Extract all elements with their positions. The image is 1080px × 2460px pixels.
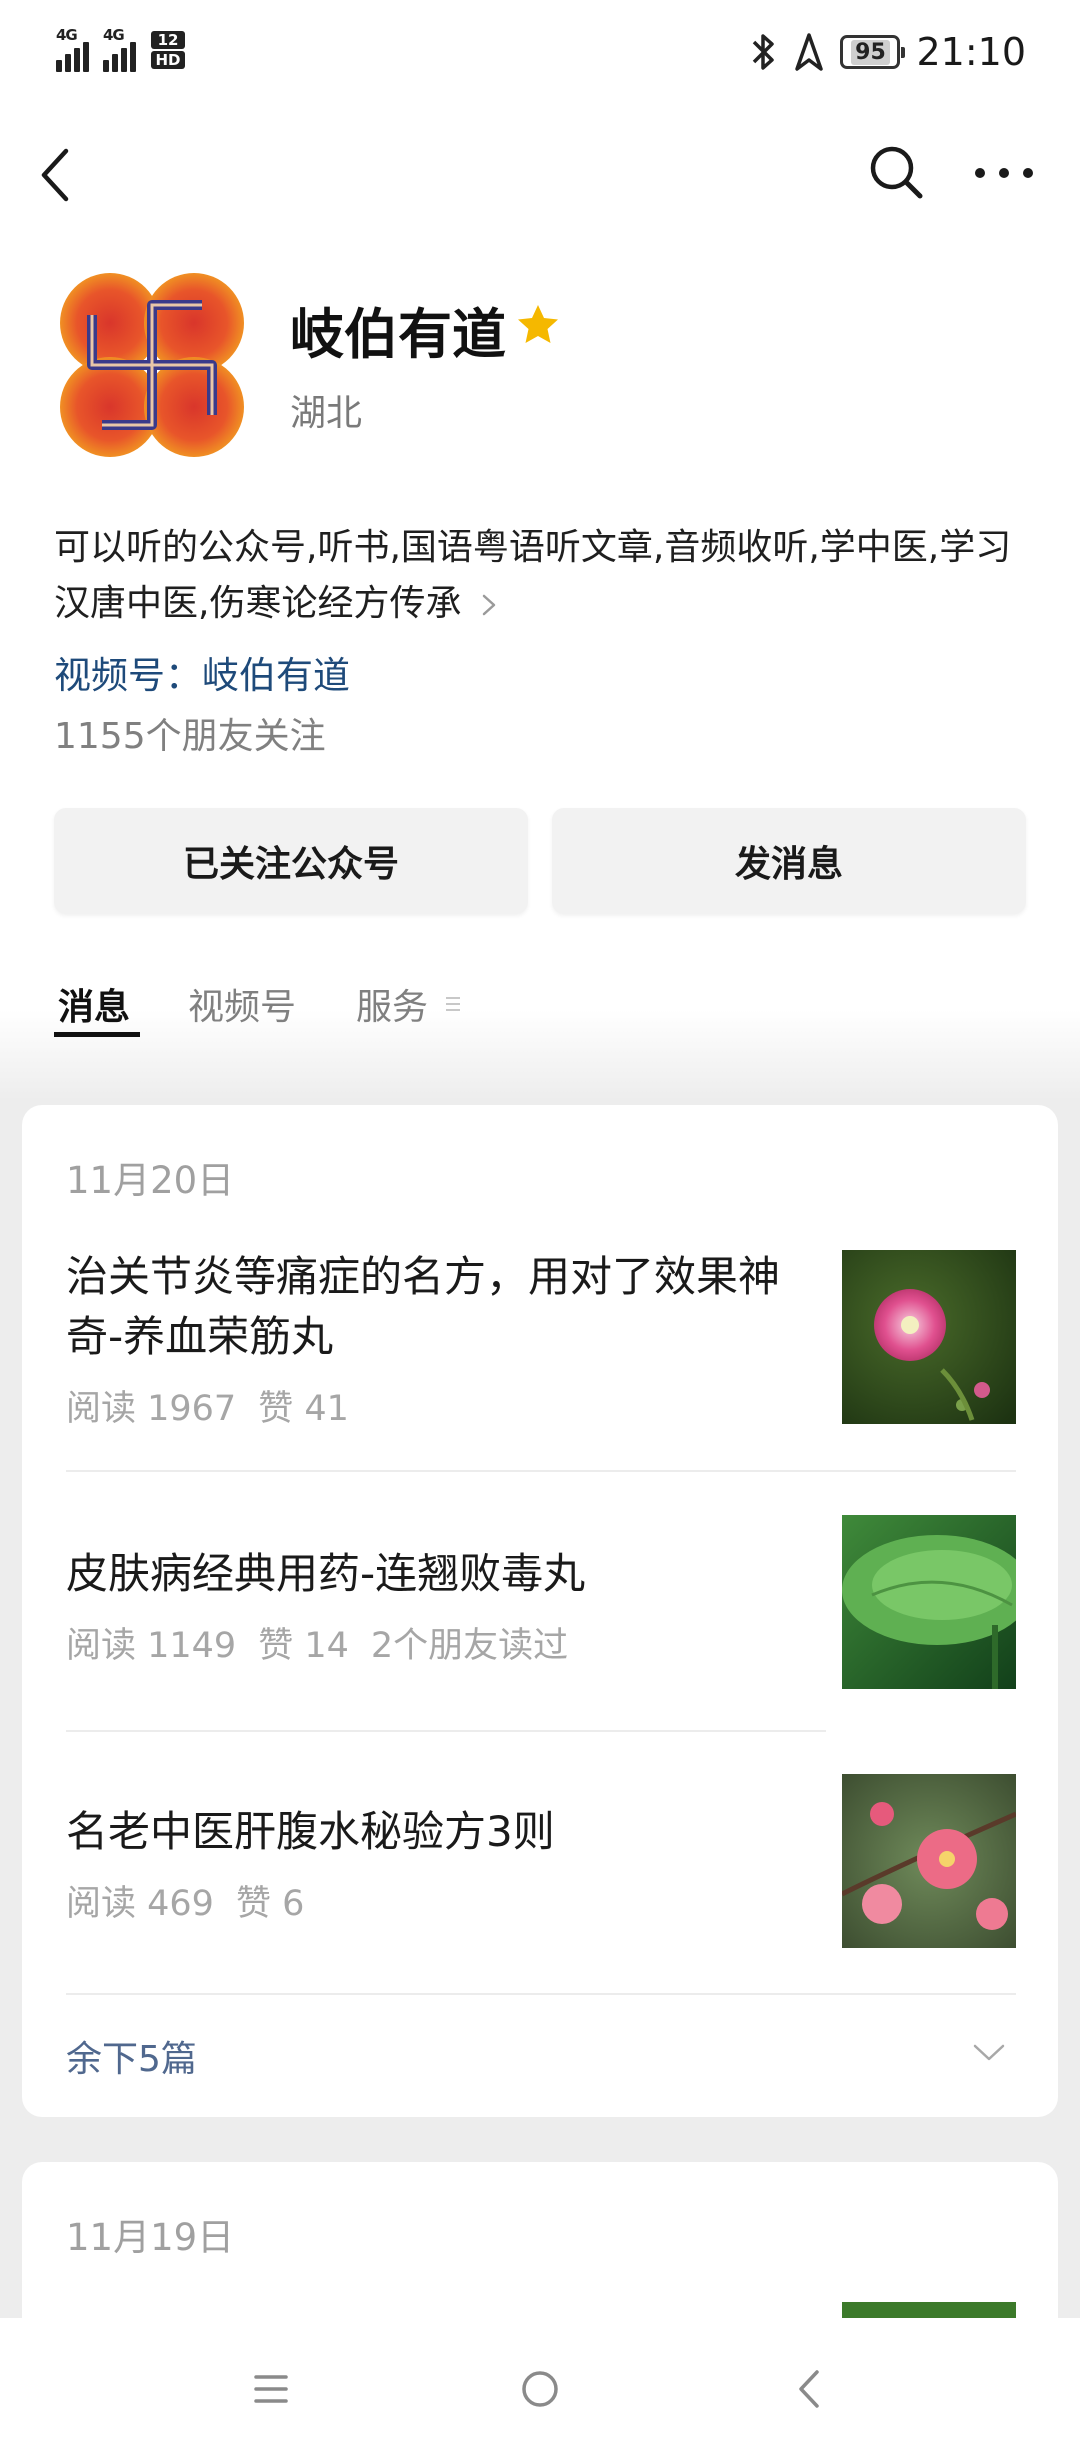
lotus-leaf-thumbnail[interactable] xyxy=(842,1515,1016,1689)
like-count: 赞 14 xyxy=(258,1626,349,1666)
article-title[interactable]: 治关节炎等痛症的名方，用对了效果神奇-养血荣筋丸 xyxy=(66,1247,826,1367)
tab-messages[interactable]: 消息 xyxy=(58,978,130,1030)
star-icon xyxy=(518,305,558,343)
video-channel-link[interactable]: 视频号：岐伯有道 xyxy=(54,645,350,699)
avatar[interactable] xyxy=(52,265,252,465)
account-name: 岐伯有道 xyxy=(290,303,506,366)
send-message-button[interactable]: 发消息 xyxy=(552,808,1026,914)
signal-label: 4G xyxy=(103,26,125,44)
friends-read: 2个朋友读过 xyxy=(370,1626,569,1666)
article-title[interactable]: 名老中医肝腹水秘验方3则 xyxy=(66,1802,826,1862)
official-account-page: 4G 4G 12 HD 95 21:10 岐伯有道 湖北 可以听的公众号,听书,… xyxy=(0,0,1080,2460)
header-fade xyxy=(0,1010,1080,1100)
article-divider xyxy=(66,1993,1016,1995)
like-count: 赞 6 xyxy=(235,1884,305,1924)
signal-bar xyxy=(130,42,136,72)
status-bar: 4G 4G 12 HD 95 21:10 xyxy=(0,0,1080,110)
hd-top-label: 12 xyxy=(151,31,185,49)
like-count: 赞 41 xyxy=(258,1389,349,1429)
active-tab-indicator xyxy=(54,1032,140,1037)
message-group-card: 11月20日 治关节炎等痛症的名方，用对了效果神奇-养血荣筋丸 阅读 1967 赞… xyxy=(22,1105,1058,2117)
signal-label: 4G xyxy=(56,26,78,44)
battery-level: 95 xyxy=(851,39,890,65)
status-right: 95 21:10 xyxy=(748,30,1026,74)
hd-icon: 12 HD xyxy=(150,28,186,72)
signal-bar xyxy=(121,48,127,72)
signal-icon: 4G xyxy=(103,26,136,72)
article-meta: 阅读 1149 赞 14 2个朋友读过 xyxy=(66,1617,590,1668)
search-icon[interactable] xyxy=(866,142,926,202)
article-meta: 阅读 1967 赞 41 xyxy=(66,1380,371,1431)
show-remaining-articles[interactable]: 余下5篇 xyxy=(66,2030,197,2082)
tab-services[interactable]: 服务 xyxy=(356,978,428,1030)
tab-video-channel[interactable]: 视频号 xyxy=(188,978,296,1030)
signal-bar xyxy=(74,48,80,72)
pink-flower-thumbnail[interactable] xyxy=(842,1250,1016,1424)
back-triangle-icon[interactable] xyxy=(786,2364,836,2414)
menu-icon xyxy=(446,997,460,1011)
signal-bar xyxy=(65,54,71,72)
signal-bar xyxy=(56,60,62,72)
description-text: 可以听的公众号,听书,国语粤语听文章,音频收听,学中医,学习汉唐中医,伤寒论经方… xyxy=(54,527,1012,624)
battery-icon: 95 xyxy=(840,35,906,69)
chevron-down-icon[interactable] xyxy=(972,2042,1006,2064)
account-region: 湖北 xyxy=(290,393,363,434)
group-date: 11月19日 xyxy=(66,2216,235,2259)
home-icon[interactable] xyxy=(515,2364,565,2414)
article-title[interactable]: 皮肤病经典用药-连翘败毒丸 xyxy=(66,1544,826,1604)
read-count: 阅读 1149 xyxy=(66,1626,237,1666)
status-left: 4G 4G 12 HD xyxy=(56,26,186,72)
signal-bar xyxy=(83,42,89,72)
location-icon xyxy=(795,33,824,71)
clock: 21:10 xyxy=(916,30,1026,74)
menu-icon[interactable] xyxy=(246,2364,296,2414)
article-meta: 阅读 469 赞 6 xyxy=(66,1875,326,1926)
article-divider xyxy=(66,1470,1016,1472)
account-description[interactable]: 可以听的公众号,听书,国语粤语听文章,音频收听,学中医,学习汉唐中医,伤寒论经方… xyxy=(54,520,1044,632)
chevron-right-icon xyxy=(483,594,496,616)
read-count: 阅读 469 xyxy=(66,1884,214,1924)
read-count: 阅读 1967 xyxy=(66,1389,237,1429)
group-date: 11月20日 xyxy=(66,1159,235,1202)
signal-bar xyxy=(103,60,109,72)
hd-bottom-label: HD xyxy=(151,51,185,69)
signal-icon: 4G xyxy=(56,26,89,72)
more-icon[interactable] xyxy=(972,158,1036,188)
friends-following-count[interactable]: 1155个朋友关注 xyxy=(54,707,326,759)
peach-blossom-thumbnail[interactable] xyxy=(842,1774,1016,1948)
signal-bar xyxy=(112,54,118,72)
followed-button[interactable]: 已关注公众号 xyxy=(54,808,528,914)
article-divider xyxy=(66,1730,826,1732)
back-icon[interactable] xyxy=(34,145,78,205)
bluetooth-icon xyxy=(753,34,775,70)
